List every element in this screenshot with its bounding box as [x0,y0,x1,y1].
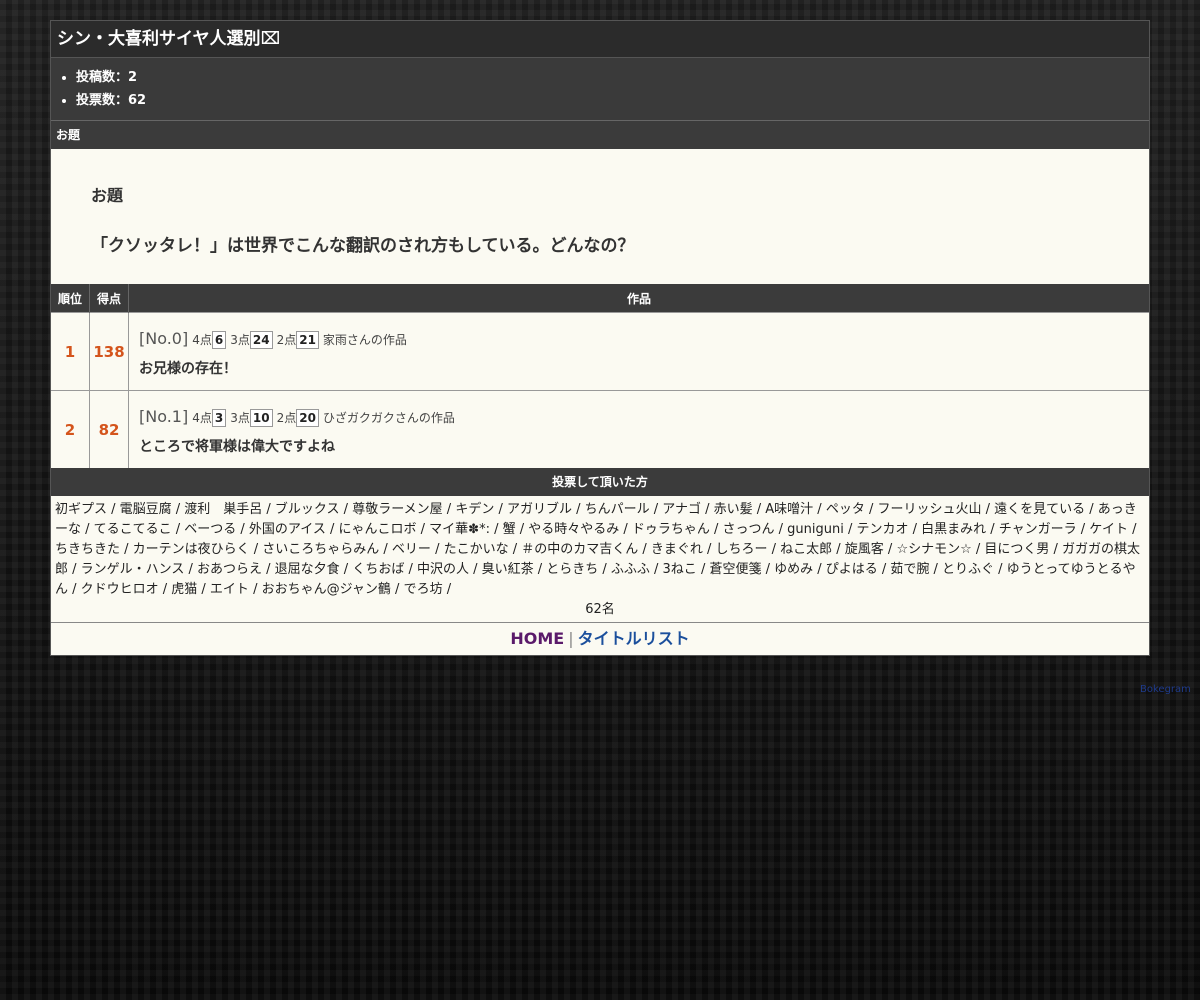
voters-panel: 初ギプス / 電脳豆腐 / 渡利 巣手呂 / ブルックス / 尊敬ラーメン屋 /… [51,496,1149,623]
entry-meta: [No.1] 4点 3 3点 10 2点 20 ひざガクガクさんの作品 [139,404,1149,430]
entry-number: [No.1] [139,406,189,426]
entry: [No.0] 4点 6 3点 24 2点 21 家雨さんの作品 お兄様の存在！ [129,326,1149,378]
credit-link[interactable]: Bokegram [1140,684,1191,695]
odai-heading: お題 [51,121,1149,149]
stats-list: 投稿数：2 投票数：62 [51,66,1149,112]
vote-count: 投票数：62 [76,89,1149,112]
score-column-header: 得点 [89,284,129,313]
nav-separator: | [568,629,574,648]
page-container: シン・大喜利サイヤ人選別⌧ 投稿数：2 投票数：62 お題 お題 「クソッタレ！… [50,20,1150,656]
odai-label: お題 [91,186,124,205]
points-2-label: 2点 [276,332,297,347]
entry-number: [No.0] [139,328,189,348]
voters-list: 初ギプス / 電脳豆腐 / 渡利 巣手呂 / ブルックス / 尊敬ラーメン屋 /… [55,502,1141,597]
table-row: 2 82 [No.1] 4点 3 3点 10 2点 20 ひざガクガクさんの作品 ところで将軍… [51,390,1149,468]
entry-column-header: 作品 [128,284,1149,313]
home-link[interactable]: HOME [510,629,564,648]
post-count: 投稿数：2 [76,66,1149,89]
score-cell: 82 [89,390,129,468]
score-cell: 138 [89,312,129,391]
rank-cell: 1 [51,312,90,391]
points-3-label: 3点 [230,410,250,425]
rank-column-header: 順位 [51,284,90,313]
entry-text: お兄様の存在！ [139,360,237,377]
points-3-count: 24 [249,330,273,349]
ranking-table: 順位 得点 作品 1 138 [No.0] 4点 6 3点 24 2点 21 家雨さんの作品 … [51,284,1149,468]
points-4-label: 4点 [192,410,212,425]
points-3-count: 10 [249,408,273,427]
entry-text: ところで将軍様は偉大ですよね [139,438,335,455]
footer-nav: HOME | タイトルリスト [51,623,1149,655]
rank-cell: 2 [51,390,90,468]
entry-cell: [No.1] 4点 3 3点 10 2点 20 ひざガクガクさんの作品 ところで将軍様は偉大で… [128,390,1149,468]
page-title: シン・大喜利サイヤ人選別⌧ [51,21,1149,58]
title-list-link[interactable]: タイトルリスト [578,629,690,648]
entry-author: 家雨さんの作品 [322,332,407,347]
table-row: 1 138 [No.0] 4点 6 3点 24 2点 21 家雨さんの作品 お兄様の存在！ [51,312,1149,391]
points-4-count: 6 [211,330,227,349]
points-4-count: 3 [211,408,227,427]
entry-author: ひざガクガクさんの作品 [322,410,455,425]
entry-cell: [No.0] 4点 6 3点 24 2点 21 家雨さんの作品 お兄様の存在！ [128,312,1149,391]
points-3-label: 3点 [230,332,250,347]
ranking-header-row: 順位 得点 作品 [51,284,1149,313]
points-4-label: 4点 [192,332,212,347]
odai-body: お題 「クソッタレ！」は世界でこんな翻訳のされ方もしている。どんなの？ [51,149,1149,284]
voter-count: 62名 [585,602,615,617]
voters-heading: 投票して頂いた方 [51,468,1149,496]
points-2-count: 20 [296,408,319,427]
entry-meta: [No.0] 4点 6 3点 24 2点 21 家雨さんの作品 [139,326,1149,352]
points-2-label: 2点 [276,410,297,425]
stats-panel: 投稿数：2 投票数：62 [51,58,1149,121]
entry: [No.1] 4点 3 3点 10 2点 20 ひざガクガクさんの作品 ところで将軍様は偉大で… [129,404,1149,456]
odai-text: 「クソッタレ！」は世界でこんな翻訳のされ方もしている。どんなの？ [91,236,635,256]
points-2-count: 21 [296,330,319,349]
